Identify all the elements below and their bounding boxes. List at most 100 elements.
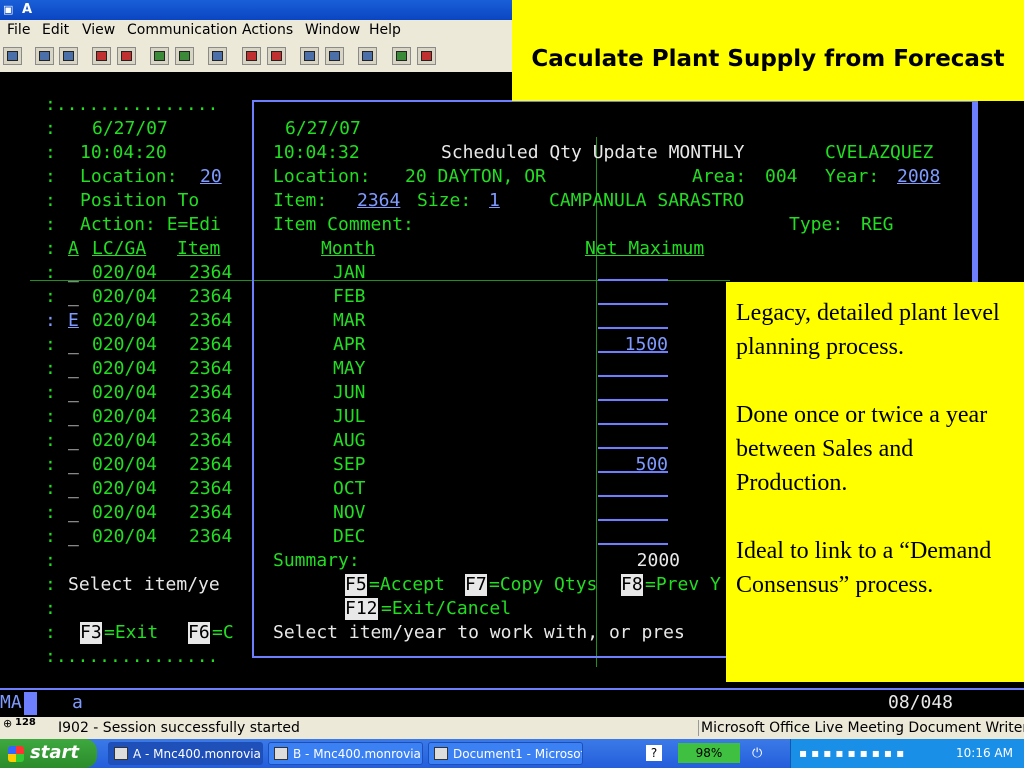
back-colon: : — [45, 550, 56, 571]
clipboard-icon[interactable] — [358, 47, 377, 65]
f12-key[interactable]: F12 — [345, 598, 378, 620]
help-icon[interactable]: ? — [646, 745, 662, 761]
task-button-b[interactable]: B - Mnc400.monrovia... — [268, 742, 423, 765]
row-action-field[interactable]: _ — [68, 526, 79, 548]
back-dots-top: :............... — [45, 94, 219, 115]
row-action-field[interactable]: _ — [68, 286, 79, 308]
print-icon[interactable] — [3, 47, 22, 65]
popup-item-field[interactable]: 2364 — [345, 190, 400, 212]
settings-icon[interactable] — [325, 47, 344, 65]
windows-logo-icon — [8, 746, 24, 762]
mode-indicator: MA — [0, 692, 22, 713]
tray-icons[interactable]: ▪▪▪▪▪▪▪▪▪ — [799, 746, 908, 760]
row-lcga: 020/04 — [92, 526, 158, 547]
row-action-field[interactable]: E — [68, 310, 79, 332]
menu-help[interactable]: Help — [369, 22, 401, 38]
net-max-underline — [598, 327, 668, 329]
display-icon[interactable] — [150, 47, 169, 65]
popup-year-field[interactable]: 2008 — [897, 166, 940, 188]
net-max-underline — [598, 351, 668, 353]
back-location-field[interactable]: 20 — [200, 166, 222, 188]
row-item: 2364 — [189, 526, 233, 547]
row-action-field[interactable]: _ — [68, 478, 79, 500]
zoom-indicator[interactable]: 98% — [678, 743, 740, 763]
start-button[interactable]: start — [0, 739, 97, 768]
menu-actions[interactable]: Actions — [242, 22, 293, 38]
macro-icon[interactable] — [208, 47, 227, 65]
statusbar: ⊕ 128 I902 - Session successfully starte… — [0, 717, 1024, 739]
plug-icon[interactable]: ⏻ — [752, 746, 762, 761]
row-item: 2364 — [189, 286, 233, 307]
row-action-field[interactable]: _ — [68, 502, 79, 524]
row-lcga: 020/04 — [92, 502, 158, 523]
row-action-field[interactable]: _ — [68, 454, 79, 476]
popup-comment-label: Item Comment: — [273, 214, 414, 235]
net-max-underline — [598, 303, 668, 305]
back-colon: : — [45, 574, 56, 595]
menu-file[interactable]: File — [7, 22, 30, 38]
f3-label: =Exit — [104, 622, 159, 643]
copy-icon[interactable] — [35, 47, 54, 65]
menubar: File Edit View Communication Actions Win… — [0, 20, 512, 42]
record-icon[interactable] — [242, 47, 261, 65]
month-label: MAY — [333, 358, 366, 379]
start-label: start — [30, 742, 79, 763]
row-item: 2364 — [189, 358, 233, 379]
row-item: 2364 — [189, 430, 233, 451]
f6-key[interactable]: F6 — [188, 622, 210, 644]
row-action-field[interactable]: _ — [68, 406, 79, 428]
back-colon: : — [45, 238, 56, 259]
summary-value: 2000 — [636, 550, 680, 571]
back-date: 6/27/07 — [92, 118, 168, 139]
tag-icon[interactable] — [417, 47, 436, 65]
popup-time: 10:04:32 — [273, 142, 360, 163]
f8-label: =Prev Y — [645, 574, 721, 595]
back-dots-bottom: :............... — [45, 646, 219, 667]
net-max-underline — [598, 279, 668, 281]
row-action-field[interactable]: _ — [68, 382, 79, 404]
stop-icon[interactable] — [267, 47, 286, 65]
net-max-underline — [598, 375, 668, 377]
system-tray: ▪▪▪▪▪▪▪▪▪ 10:16 AM — [790, 739, 1024, 768]
menu-edit[interactable]: Edit — [42, 22, 69, 38]
popup-area-value: 004 — [765, 166, 798, 187]
receive-icon[interactable] — [117, 47, 136, 65]
row-item: 2364 — [189, 478, 233, 499]
paste-icon[interactable] — [59, 47, 78, 65]
row-item: 2364 — [189, 334, 233, 355]
task-button-document[interactable]: Document1 - Microsof... — [428, 742, 583, 765]
menu-view[interactable]: View — [82, 22, 115, 38]
row-lcga: 020/04 — [92, 334, 158, 355]
month-label: JUN — [333, 382, 366, 403]
row-action-field[interactable]: _ — [68, 262, 79, 284]
task-label: A - Mnc400.monrovia... — [133, 747, 263, 761]
f3-key[interactable]: F3 — [80, 622, 102, 644]
f5-key[interactable]: F5 — [345, 574, 367, 596]
row-action-field[interactable]: _ — [68, 358, 79, 380]
row-action-field[interactable]: _ — [68, 334, 79, 356]
session-icon: ⊕ — [3, 717, 13, 730]
menu-communication[interactable]: Communication — [127, 22, 237, 38]
menu-window[interactable]: Window — [305, 22, 360, 38]
word-task-icon — [434, 747, 448, 760]
cursor-block — [24, 692, 37, 715]
terminal-app-icon: ▣ — [3, 3, 14, 16]
keyboard-icon[interactable] — [175, 47, 194, 65]
globe-icon[interactable] — [392, 47, 411, 65]
month-label: FEB — [333, 286, 366, 307]
popup-size-field[interactable]: 1 — [489, 190, 536, 212]
row-item: 2364 — [189, 406, 233, 427]
toolbar — [0, 42, 512, 73]
send-icon[interactable] — [92, 47, 111, 65]
status-right-text: Microsoft Office Live Meeting Document W… — [698, 720, 1024, 736]
back-colon: : — [45, 598, 56, 619]
play-icon[interactable] — [300, 47, 319, 65]
back-colon: : — [45, 214, 56, 235]
row-lcga: 020/04 — [92, 406, 158, 427]
back-colon: : — [45, 190, 56, 211]
task-button-a[interactable]: A - Mnc400.monrovia... — [108, 742, 263, 765]
row-item: 2364 — [189, 502, 233, 523]
f8-key[interactable]: F8 — [621, 574, 643, 596]
f7-key[interactable]: F7 — [465, 574, 487, 596]
row-action-field[interactable]: _ — [68, 430, 79, 452]
